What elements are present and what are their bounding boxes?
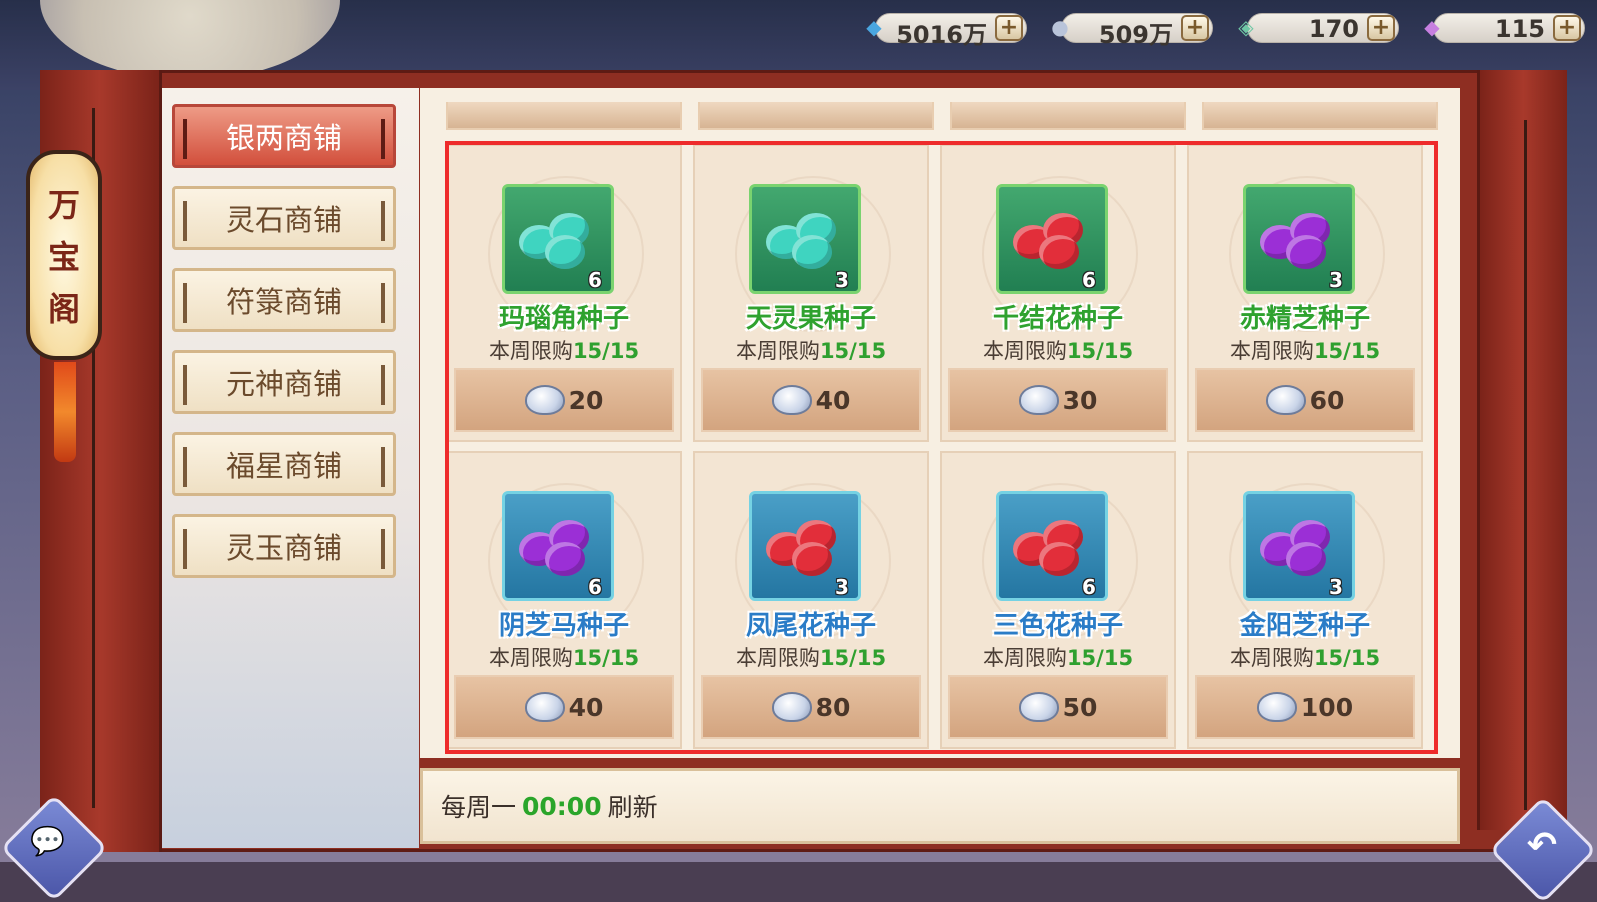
resource-rainbow-jade: ◆ 115 + [1413,8,1585,46]
right-pillar [1477,70,1567,830]
highlight-box [445,141,1438,754]
notice-time: 00:00 [522,791,602,821]
resource-value: 170 [1308,15,1359,43]
resource-locked-jade: ◈ 170 + [1227,8,1399,46]
chat-bubble-icon: 💬 [30,824,66,858]
tab-lucky-star-shop[interactable]: 福星商铺 [172,432,396,496]
resource-value: 115 [1494,15,1545,43]
resource-silver: ● 509万 + [1041,8,1213,49]
silver-ingot-icon: ● [1051,15,1069,39]
resource-value: 5016万 [896,21,987,49]
lantern-tassel [54,362,76,462]
add-spirit-crystal-button[interactable]: + [995,15,1023,41]
title-char: 阁 [47,290,80,328]
tab-spirit-stone-shop[interactable]: 灵石商铺 [172,186,396,250]
add-rainbow-jade-button[interactable]: + [1553,15,1581,41]
card-edge [950,102,1186,130]
spirit-crystal-icon: ◆ [866,15,882,39]
add-silver-button[interactable]: + [1181,15,1209,41]
notice-suffix: 刷新 [607,793,658,822]
right-rope [1524,120,1527,810]
card-edge [1202,102,1438,130]
locked-jade-icon: ◈ [1238,15,1254,39]
shop-tab-panel: 银两商铺 灵石商铺 符箓商铺 元神商铺 福星商铺 灵玉商铺 [162,88,419,848]
tab-talisman-shop[interactable]: 符箓商铺 [172,268,396,332]
title-char: 万 [47,186,80,224]
tab-spirit-jade-shop[interactable]: 灵玉商铺 [172,514,396,578]
shop-title-lantern: 万 宝 阁 [26,150,102,360]
refresh-notice: 每周一 00:00 刷新 [420,768,1460,844]
add-locked-jade-button[interactable]: + [1367,15,1395,41]
card-edge [698,102,934,130]
previous-row-peek [446,102,1438,130]
notice-prefix: 每周一 [441,793,517,822]
resource-bar: ◆ 5016万 + ● 509万 + ◈ 170 + ◆ 115 + [855,8,1585,49]
card-edge [446,102,682,130]
tab-silver-shop[interactable]: 银两商铺 [172,104,396,168]
resource-value: 509万 [1098,21,1173,49]
tab-primal-spirit-shop[interactable]: 元神商铺 [172,350,396,414]
floor-decoration [0,862,1597,902]
rainbow-jade-icon: ◆ [1424,15,1440,39]
title-char: 宝 [47,238,80,276]
back-arrow-icon: ↶ [1526,824,1558,866]
resource-spirit-crystal: ◆ 5016万 + [855,8,1027,49]
